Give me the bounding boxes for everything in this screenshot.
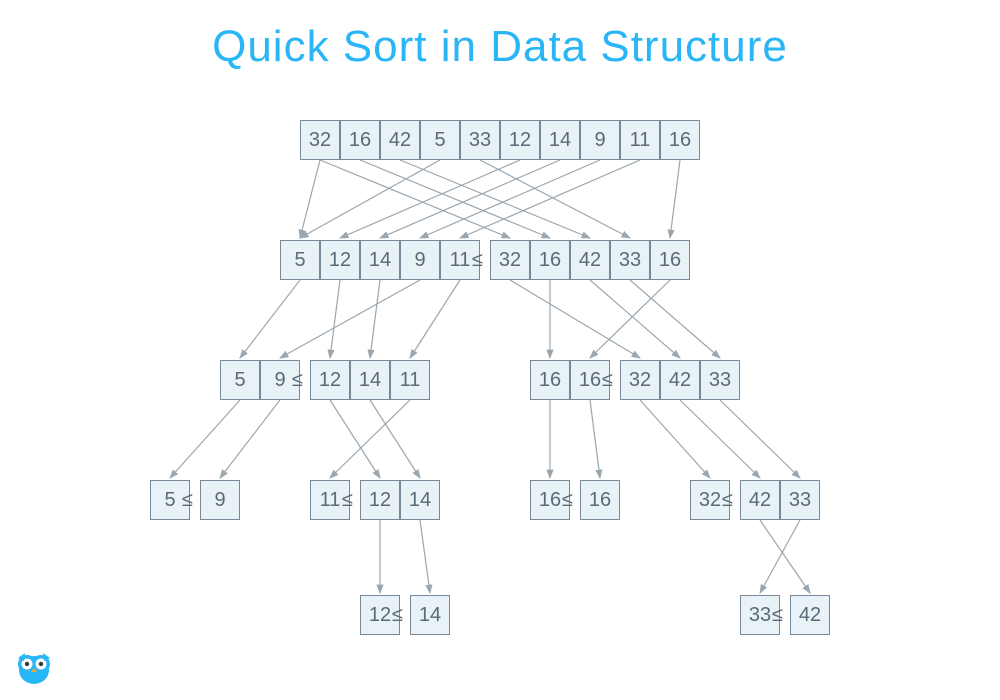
array-cell: 16 <box>530 360 570 400</box>
array-cell: 16 <box>530 240 570 280</box>
array-cell: 16 <box>580 480 620 520</box>
array-cell: 33 <box>780 480 820 520</box>
operator-le: ≤ <box>722 489 733 512</box>
partition-arrow <box>340 160 520 238</box>
array-cell: 33 <box>460 120 500 160</box>
partition-arrow <box>760 520 810 593</box>
operator-le: ≤ <box>182 489 193 512</box>
array-cell: 12 <box>320 240 360 280</box>
array-cell: 32 <box>490 240 530 280</box>
array-cell: 12 <box>500 120 540 160</box>
partition-arrow <box>220 400 280 478</box>
partition-arrow <box>240 280 300 358</box>
partition-arrow <box>380 160 560 238</box>
array-cell: 33 <box>700 360 740 400</box>
partition-arrow <box>670 160 680 238</box>
array-cell: 14 <box>540 120 580 160</box>
operator-le: ≤ <box>602 369 613 392</box>
operator-le: ≤ <box>292 369 303 392</box>
partition-arrow <box>280 280 420 358</box>
array-cell: 42 <box>790 595 830 635</box>
partition-arrow <box>400 160 590 238</box>
array-cell: 42 <box>380 120 420 160</box>
array-cell: 5 <box>280 240 320 280</box>
array-cell: 5 <box>420 120 460 160</box>
array-cell: 12 <box>310 360 350 400</box>
array-cell: 11 <box>390 360 430 400</box>
partition-arrow <box>590 280 680 358</box>
partition-arrow <box>420 160 600 238</box>
partition-arrow <box>640 400 710 478</box>
partition-arrow <box>720 400 800 478</box>
array-cell: 14 <box>400 480 440 520</box>
partition-arrow <box>590 400 600 478</box>
partition-arrow <box>480 160 630 238</box>
array-cell: 12 <box>360 480 400 520</box>
partition-arrow <box>320 160 510 238</box>
array-cell: 9 <box>200 480 240 520</box>
array-cell: 33 <box>610 240 650 280</box>
array-cell: 11 <box>620 120 660 160</box>
partition-arrow <box>370 400 420 478</box>
array-cell: 32 <box>620 360 660 400</box>
operator-le: ≤ <box>472 249 483 272</box>
array-cell: 42 <box>570 240 610 280</box>
partition-arrow <box>410 280 460 358</box>
array-cell: 14 <box>360 240 400 280</box>
partition-arrow <box>300 160 440 238</box>
operator-le: ≤ <box>342 489 353 512</box>
page-title: Quick Sort in Data Structure <box>0 22 1000 72</box>
array-cell: 14 <box>350 360 390 400</box>
owl-logo <box>12 644 56 688</box>
partition-arrow <box>330 280 340 358</box>
partition-arrow <box>330 400 410 478</box>
partition-arrow <box>370 280 380 358</box>
arrow-layer <box>0 0 1000 700</box>
partition-arrow <box>360 160 550 238</box>
partition-arrow <box>590 280 670 358</box>
array-cell: 5 <box>220 360 260 400</box>
partition-arrow <box>170 400 240 478</box>
array-cell: 9 <box>580 120 620 160</box>
array-cell: 16 <box>650 240 690 280</box>
partition-arrow <box>420 520 430 593</box>
partition-arrow <box>680 400 760 478</box>
operator-le: ≤ <box>392 604 403 627</box>
array-cell: 9 <box>400 240 440 280</box>
partition-arrow <box>300 160 320 238</box>
array-cell: 16 <box>660 120 700 160</box>
array-cell: 42 <box>740 480 780 520</box>
partition-arrow <box>760 520 800 593</box>
array-cell: 16 <box>340 120 380 160</box>
array-cell: 14 <box>410 595 450 635</box>
partition-arrow <box>460 160 640 238</box>
partition-arrow <box>630 280 720 358</box>
partition-arrow <box>330 400 380 478</box>
partition-arrow <box>510 280 640 358</box>
array-cell: 42 <box>660 360 700 400</box>
operator-le: ≤ <box>772 604 783 627</box>
array-cell: 32 <box>300 120 340 160</box>
operator-le: ≤ <box>562 489 573 512</box>
